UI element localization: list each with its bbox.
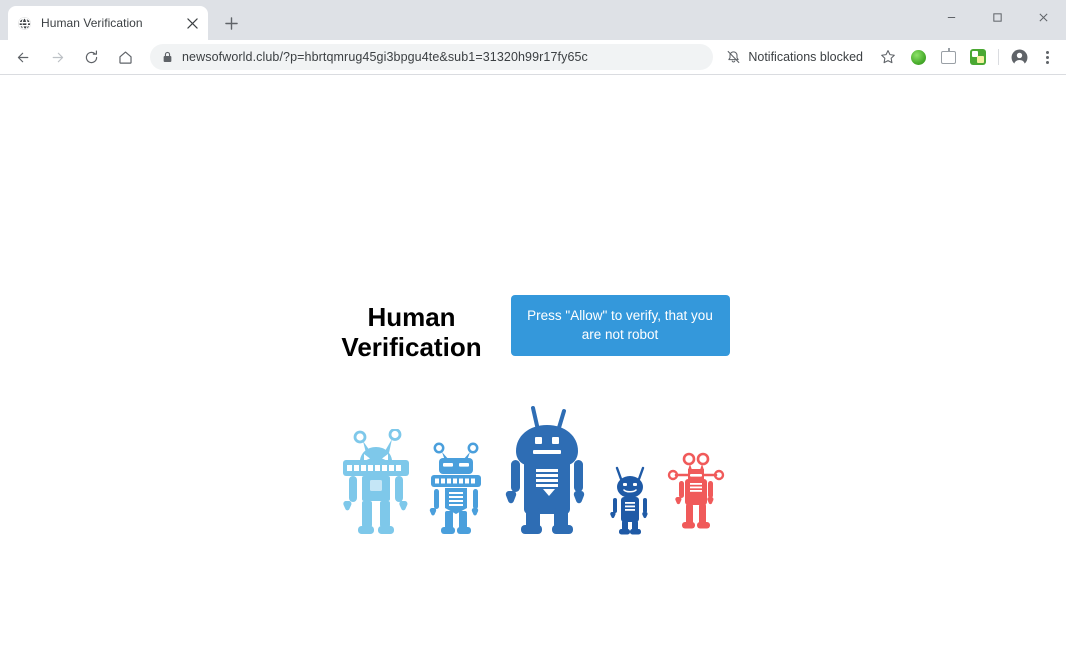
new-tab-button[interactable]	[217, 9, 245, 37]
toolbar-divider	[998, 49, 999, 65]
extension-tv-icon[interactable]	[935, 44, 961, 70]
bookmark-star-icon[interactable]	[875, 44, 901, 70]
robot-medium-blue	[429, 442, 481, 534]
forward-button[interactable]	[43, 43, 71, 71]
notifications-blocked-chip[interactable]: Notifications blocked	[719, 44, 869, 70]
extension-green-square-icon[interactable]	[965, 44, 991, 70]
verification-row: Human Verification Press "Allow" to veri…	[0, 295, 1066, 363]
browser-window: Human Verification newsofworld.club/?p=h…	[0, 0, 1066, 665]
three-dot-menu-icon[interactable]	[1034, 44, 1060, 70]
browser-toolbar: newsofworld.club/?p=hbrtqmrug45gi3bpgu4t…	[0, 40, 1066, 75]
address-bar[interactable]: newsofworld.club/?p=hbrtqmrug45gi3bpgu4t…	[150, 44, 714, 70]
notifications-blocked-label: Notifications blocked	[748, 50, 863, 64]
minimize-button[interactable]	[928, 0, 974, 34]
page-content: Human Verification Press "Allow" to veri…	[0, 75, 1066, 665]
robot-red	[667, 452, 725, 529]
bell-slash-icon	[725, 49, 741, 65]
tab-strip: Human Verification	[0, 0, 1066, 40]
globe-icon	[16, 15, 32, 31]
url-text: newsofworld.club/?p=hbrtqmrug45gi3bpgu4t…	[182, 50, 588, 64]
robot-large-dark-blue	[505, 406, 585, 534]
lock-icon	[160, 50, 174, 64]
tab-human-verification[interactable]: Human Verification	[8, 6, 208, 40]
maximize-button[interactable]	[974, 0, 1020, 34]
robot-light-blue-wide	[343, 429, 409, 534]
account-circle-icon[interactable]	[1006, 44, 1032, 70]
reload-button[interactable]	[77, 43, 105, 71]
robot-illustration-group	[0, 397, 1066, 537]
toolbar-right-section: Notifications blocked	[719, 44, 1060, 70]
home-button[interactable]	[111, 43, 139, 71]
close-button[interactable]	[1020, 0, 1066, 34]
tab-close-icon[interactable]	[184, 15, 200, 31]
window-controls	[928, 0, 1066, 34]
back-button[interactable]	[9, 43, 37, 71]
tab-title: Human Verification	[41, 16, 143, 30]
allow-verify-button[interactable]: Press "Allow" to verify, that you are no…	[510, 295, 730, 357]
page-title: Human Verification	[341, 302, 482, 363]
extension-green-circle-icon[interactable]	[905, 44, 931, 70]
robot-small-navy	[610, 466, 648, 535]
